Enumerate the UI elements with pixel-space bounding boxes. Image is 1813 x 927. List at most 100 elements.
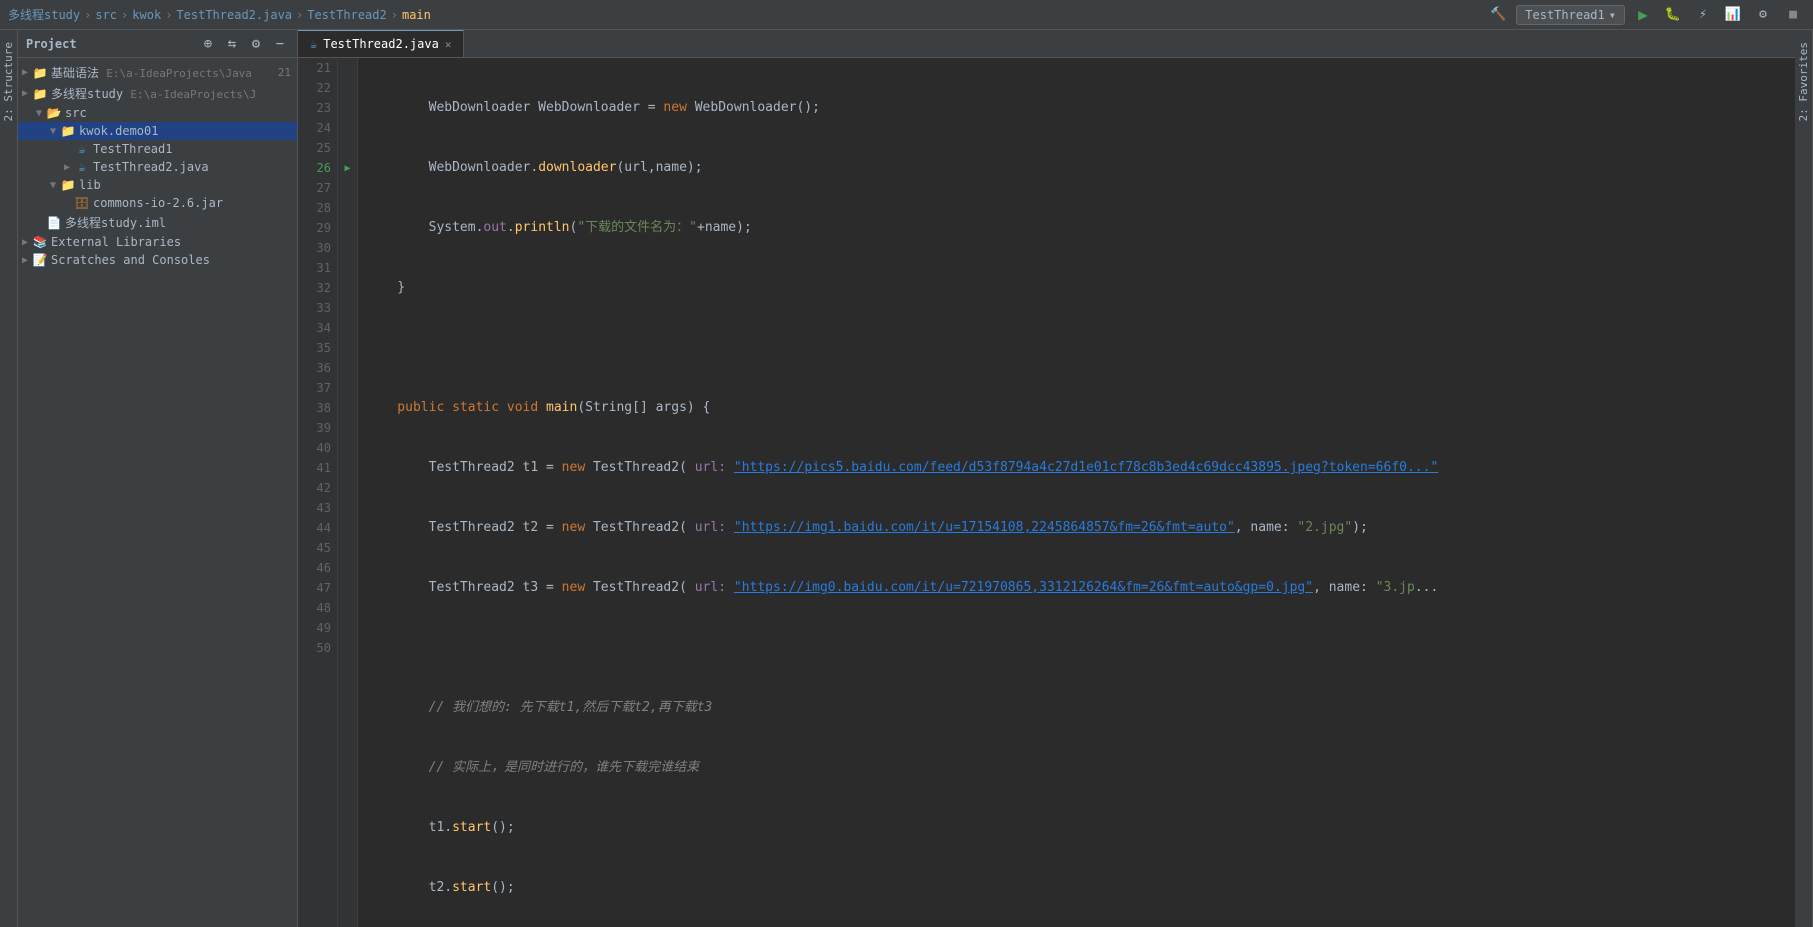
code-line-25 (366, 338, 1787, 358)
line-num-24: 24 (304, 118, 331, 138)
structure-tab-label[interactable]: 2: Structure (0, 34, 17, 129)
breadcrumb-file1[interactable]: TestThread2.java (176, 8, 292, 22)
tree-arrow-duoxian[interactable]: ▶ (18, 88, 32, 99)
tree-item-commons-io[interactable]: 🗄 commons-io-2.6.jar (18, 194, 297, 212)
gutter-38 (338, 398, 357, 418)
code-line-31: // 我们想的: 先下载t1,然后下载t2,再下载t3 (366, 698, 1787, 718)
java-icon-tt2: ☕ (74, 160, 90, 174)
tree-arrow-jichu[interactable]: ▶ (18, 67, 32, 78)
tree-arrow-scratches[interactable]: ▶ (18, 255, 32, 266)
folder-icon-extlib: 📚 (32, 235, 48, 249)
sidebar-settings-icon[interactable]: ⚙ (247, 35, 265, 53)
tree-item-testthread1[interactable]: ☕ TestThread1 (18, 140, 297, 158)
breadcrumb-project[interactable]: 多线程study (8, 6, 80, 23)
sidebar-title: Project (26, 37, 193, 51)
gutter-47 (338, 578, 357, 598)
gutter-34 (338, 318, 357, 338)
stop-button[interactable]: ■ (1781, 3, 1805, 27)
tree-label-iml: 多线程study.iml (65, 214, 297, 231)
breadcrumb-src[interactable]: src (95, 8, 117, 22)
tree-arrow-lib[interactable]: ▼ (46, 180, 60, 191)
tree-label-duoxian: 多线程study E:\a-IdeaProjects\J (51, 85, 297, 102)
breadcrumb-package[interactable]: kwok (132, 8, 161, 22)
tree-label-extlib: External Libraries (51, 235, 297, 249)
code-line-21: WebDownloader WebDownloader = new WebDow… (366, 98, 1787, 118)
breadcrumb-sep1: › (84, 8, 91, 22)
line-num-31: 31 (304, 258, 331, 278)
breadcrumb-sep3: › (165, 8, 172, 22)
gutter-37 (338, 378, 357, 398)
tree-label-scratches: Scratches and Consoles (51, 253, 297, 267)
debug-button[interactable]: 🐛 (1661, 3, 1685, 27)
gutter-33 (338, 298, 357, 318)
code-editor[interactable]: 21 22 23 24 25 26 27 28 29 30 31 32 33 3… (298, 58, 1795, 927)
gutter-32 (338, 278, 357, 298)
favorites-panel-tab[interactable]: 2: Favorites (1795, 30, 1813, 927)
tree-item-testthread2[interactable]: ▶ ☕ TestThread2.java (18, 158, 297, 176)
gutter-41 (338, 458, 357, 478)
breadcrumb-sep4: › (296, 8, 303, 22)
tab-close-button[interactable]: ✕ (445, 38, 452, 51)
run-config-selector[interactable]: TestThread1 ▾ (1516, 5, 1625, 25)
tree-item-duoxian[interactable]: ▶ 📁 多线程study E:\a-IdeaProjects\J (18, 83, 297, 104)
line-num-34: 34 (304, 318, 331, 338)
tree-item-iml[interactable]: 📄 多线程study.iml (18, 212, 297, 233)
gutter-25 (338, 138, 357, 158)
favorites-tab-label[interactable]: 2: Favorites (1795, 34, 1812, 129)
line-num-35: 35 (304, 338, 331, 358)
gutter-27 (338, 178, 357, 198)
tree-item-kwok-demo01[interactable]: ▼ 📁 kwok.demo01 (18, 122, 297, 140)
gutter-36 (338, 358, 357, 378)
editor-tabs: ☕ TestThread2.java ✕ (298, 30, 1795, 58)
tree-item-extlib[interactable]: ▶ 📚 External Libraries (18, 233, 297, 251)
gutter-26[interactable]: ▶ (338, 158, 357, 178)
breadcrumb-file2[interactable]: TestThread2 (307, 8, 386, 22)
line-num-33: 33 (304, 298, 331, 318)
settings-button[interactable]: ⚙ (1751, 3, 1775, 27)
tree-item-jichu[interactable]: ▶ 📁 基础语法 E:\a-IdeaProjects\Java 21 (18, 62, 297, 83)
structure-panel-tab[interactable]: 2: Structure (0, 30, 18, 927)
sidebar-close-icon[interactable]: − (271, 35, 289, 53)
line-num-37: 37 (304, 378, 331, 398)
tree-item-lib[interactable]: ▼ 📁 lib (18, 176, 297, 194)
tree-arrow-kwok[interactable]: ▼ (46, 126, 60, 137)
sidebar-collapse-icon[interactable]: ⇆ (223, 35, 241, 53)
tree-arrow-tt2[interactable]: ▶ (60, 162, 74, 173)
run-button[interactable]: ▶ (1631, 3, 1655, 27)
folder-icon-duoxian: 📁 (32, 87, 48, 101)
tree-arrow-iml (32, 217, 46, 228)
sidebar-locate-icon[interactable]: ⊕ (199, 35, 217, 53)
code-content[interactable]: WebDownloader WebDownloader = new WebDow… (358, 58, 1795, 927)
coverage-button[interactable]: 📊 (1721, 3, 1745, 27)
line-numbers: 21 22 23 24 25 26 27 28 29 30 31 32 33 3… (298, 58, 338, 927)
line-num-48: 48 (304, 598, 331, 618)
line-num-39: 39 (304, 418, 331, 438)
breadcrumb-method[interactable]: main (402, 8, 431, 22)
scratches-icon: 📝 (32, 253, 48, 267)
sidebar-header: Project ⊕ ⇆ ⚙ − (18, 30, 297, 58)
gutter-44 (338, 518, 357, 538)
line-num-27: 27 (304, 178, 331, 198)
tree-item-scratches[interactable]: ▶ 📝 Scratches and Consoles (18, 251, 297, 269)
hammer-icon[interactable]: 🔨 (1486, 3, 1510, 27)
tree-label-jichu: 基础语法 E:\a-IdeaProjects\Java (51, 64, 278, 81)
tree-arrow-src[interactable]: ▼ (32, 108, 46, 119)
code-line-28: TestThread2 t2 = new TestThread2( url: "… (366, 518, 1787, 538)
iml-icon: 📄 (46, 216, 62, 230)
gutter-23 (338, 98, 357, 118)
gutter-39 (338, 418, 357, 438)
gutter-48 (338, 598, 357, 618)
project-tree: ▶ 📁 基础语法 E:\a-IdeaProjects\Java 21 ▶ 📁 多… (18, 58, 297, 927)
topbar: 多线程study › src › kwok › TestThread2.java… (0, 0, 1813, 30)
editor-tab-testthread2[interactable]: ☕ TestThread2.java ✕ (298, 30, 464, 57)
line-num-42: 42 (304, 478, 331, 498)
tree-arrow-jar (60, 198, 74, 209)
tree-arrow-extlib[interactable]: ▶ (18, 237, 32, 248)
profile-button[interactable]: ⚡ (1691, 3, 1715, 27)
line-num-28: 28 (304, 198, 331, 218)
gutter-49 (338, 618, 357, 638)
line-num-21: 21 (304, 58, 331, 78)
tree-item-src[interactable]: ▼ 📂 src (18, 104, 297, 122)
jar-icon: 🗄 (74, 196, 90, 210)
gutter-42 (338, 478, 357, 498)
